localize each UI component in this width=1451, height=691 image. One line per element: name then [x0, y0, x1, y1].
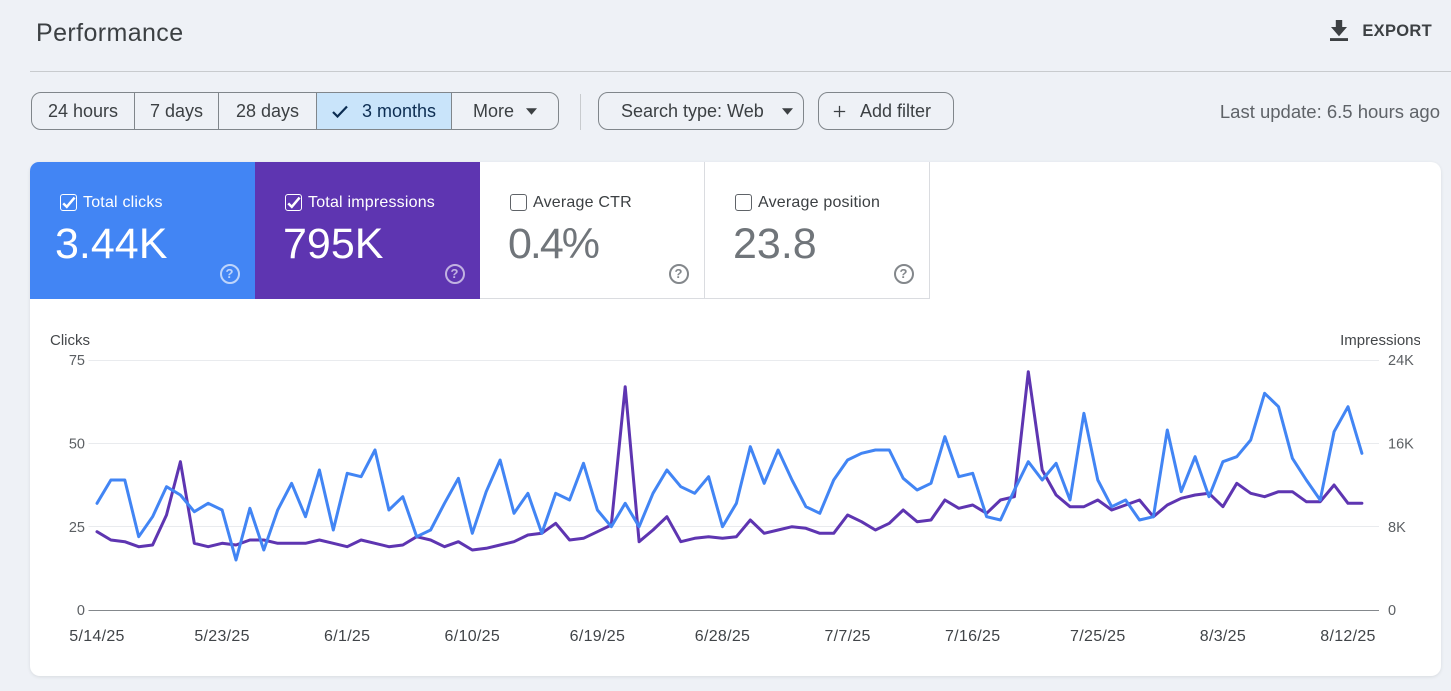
svg-text:16K: 16K: [1388, 437, 1414, 453]
svg-text:8/3/25: 8/3/25: [1200, 628, 1246, 645]
svg-text:5/14/25: 5/14/25: [69, 628, 124, 645]
svg-text:0: 0: [1388, 603, 1396, 619]
svg-text:7/25/25: 7/25/25: [1070, 628, 1125, 645]
svg-text:6/19/25: 6/19/25: [570, 628, 625, 645]
svg-text:6/28/25: 6/28/25: [695, 628, 750, 645]
svg-text:75: 75: [69, 353, 85, 369]
svg-text:Impressions: Impressions: [1340, 332, 1420, 349]
svg-text:25: 25: [69, 520, 85, 536]
svg-text:50: 50: [69, 437, 85, 453]
svg-text:Clicks: Clicks: [50, 332, 90, 349]
svg-text:24K: 24K: [1388, 353, 1414, 369]
svg-text:5/23/25: 5/23/25: [194, 628, 249, 645]
svg-text:7/7/25: 7/7/25: [824, 628, 870, 645]
svg-text:7/16/25: 7/16/25: [945, 628, 1000, 645]
svg-text:6/1/25: 6/1/25: [324, 628, 370, 645]
svg-text:8K: 8K: [1388, 520, 1406, 536]
svg-text:6/10/25: 6/10/25: [445, 628, 500, 645]
svg-text:0: 0: [77, 603, 85, 619]
svg-text:8/12/25: 8/12/25: [1320, 628, 1375, 645]
